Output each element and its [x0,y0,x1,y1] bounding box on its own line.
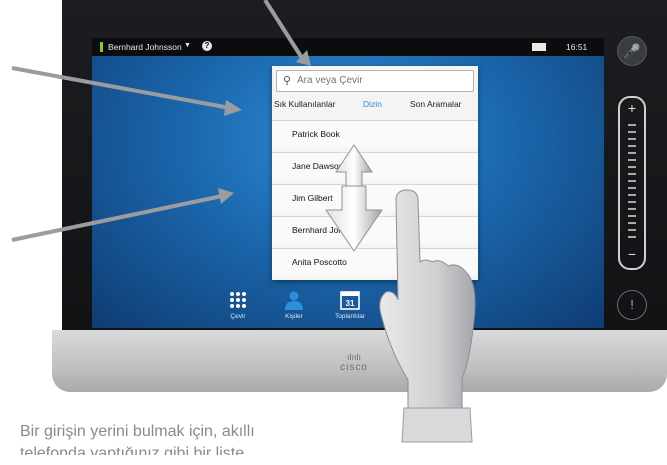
caption-line-2: telefonda yaptığınız gibi bir liste [20,445,245,455]
annotation-overlay [11,0,476,443]
callout-arrow-tabs [11,66,242,116]
scroll-double-arrow-icon [325,144,383,252]
instruction-caption: Bir girişin yerini bulmak için, akıllı t… [20,421,400,455]
callout-arrow-search [263,0,311,66]
callout-arrow-list [11,188,234,242]
caption-line-1: Bir girişin yerini bulmak için, akıllı [20,423,255,440]
pointing-hand-icon [379,189,476,443]
